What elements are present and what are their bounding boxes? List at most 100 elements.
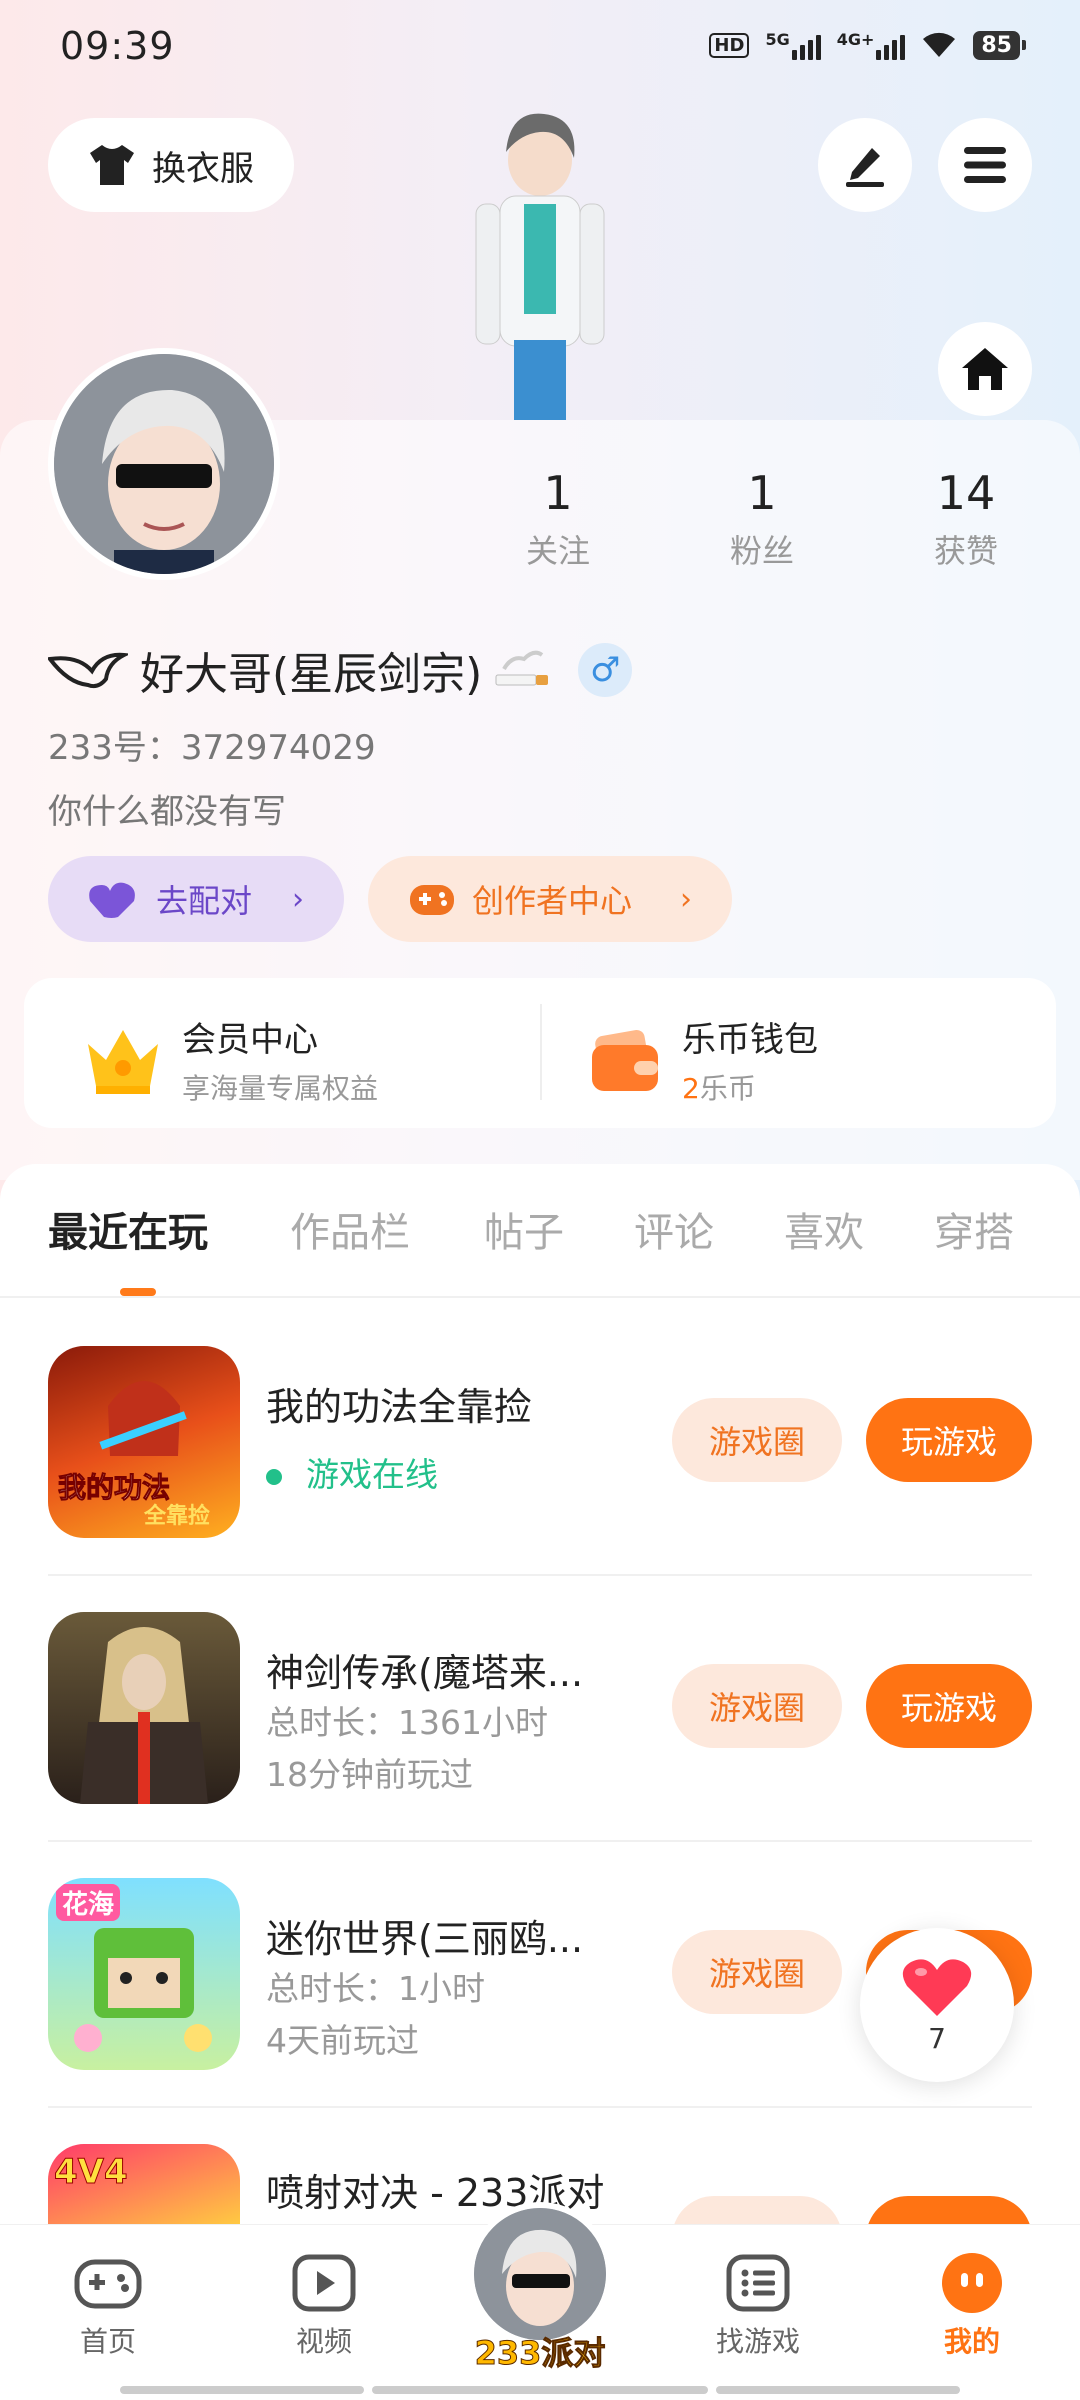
wallet-icon — [592, 1029, 658, 1091]
gesture-bar — [120, 2386, 364, 2394]
game-icon[interactable] — [48, 1612, 240, 1804]
floating-like-button[interactable]: 7 — [860, 1928, 1014, 2082]
stat-following[interactable]: 1 关注 — [488, 466, 628, 572]
game-circle-button[interactable]: 游戏圈 — [672, 1664, 842, 1748]
game-circle-button[interactable]: 游戏圈 — [672, 2196, 842, 2224]
video-nav-icon — [289, 2252, 359, 2314]
nickname-row: 好大哥(星辰剑宗) ♂ — [48, 638, 633, 702]
nav-find-games[interactable]: 找游戏 — [698, 2252, 818, 2360]
game-title: 神剑传承(魔塔来... — [266, 1651, 584, 1695]
nav-me-label: 我的 — [943, 2325, 1000, 2358]
edit-button[interactable] — [818, 118, 912, 212]
play-game-button[interactable]: 玩游戏 — [866, 1664, 1032, 1748]
stat-label: 关注 — [525, 532, 590, 570]
row-divider — [48, 1840, 1032, 1842]
game-icon-text: 花海 — [56, 1884, 121, 1921]
game-icon[interactable]: 我的功法 全靠捡 — [48, 1346, 240, 1538]
game-last-played: 4天前玩过 — [266, 2021, 419, 2060]
status-time: 09:39 — [60, 24, 175, 68]
wallet-title: 乐币钱包 — [682, 1020, 818, 1060]
tab-posts[interactable]: 帖子 — [484, 1200, 564, 1258]
user-bio[interactable]: 你什么都没有写 — [48, 784, 286, 833]
wing-badge-icon — [48, 652, 128, 689]
cigarette-icon — [495, 650, 549, 686]
nickname: 好大哥(星辰剑宗) — [140, 649, 483, 700]
member-subtitle: 享海量专属权益 — [182, 1072, 379, 1105]
outfit-label: 换衣服 — [152, 148, 254, 189]
list-nav-icon — [723, 2252, 793, 2314]
game-last-played: 18分钟前玩过 — [266, 1755, 473, 1794]
tab-likes[interactable]: 喜欢 — [784, 1200, 864, 1258]
game-row[interactable]: 神剑传承(魔塔来... 总时长：1361小时 18分钟前玩过 游戏圈 玩游戏 — [48, 1612, 1032, 1878]
tabs-divider — [0, 1296, 1080, 1298]
chevron-right-icon: › — [680, 881, 692, 917]
vip-divider — [540, 1004, 542, 1100]
nav-find-label: 找游戏 — [715, 2325, 800, 2358]
member-center[interactable]: 会员中心 享海量专属权益 — [84, 1012, 378, 1107]
signal-4g: 4G+ — [837, 30, 906, 60]
signal-5g: 5G — [765, 30, 821, 60]
match-button[interactable]: 去配对 › — [48, 856, 344, 942]
play-game-button[interactable]: 玩游戏 — [866, 2196, 1032, 2224]
nav-home[interactable]: 首页 — [48, 2252, 168, 2360]
gesture-bar — [372, 2386, 708, 2394]
stat-value: 1 — [543, 466, 573, 520]
game-icon[interactable]: 花海 — [48, 1878, 240, 2070]
nav-party-label[interactable]: 233派对 — [470, 2328, 610, 2374]
stat-label: 粉丝 — [729, 532, 794, 570]
row-divider — [48, 1574, 1032, 1576]
avatar[interactable] — [48, 348, 280, 580]
game-row[interactable]: 我的功法 全靠捡 我的功法全靠捡 游戏在线 游戏圈 玩游戏 — [48, 1346, 1032, 1612]
wallet-unit: 乐币 — [699, 1072, 756, 1105]
tab-works[interactable]: 作品栏 — [290, 1200, 410, 1258]
game-circle-button[interactable]: 游戏圈 — [672, 1930, 842, 2014]
row-divider — [48, 2106, 1032, 2108]
nav-video-label: 视频 — [295, 2325, 352, 2358]
user-id[interactable]: 233号：372974029 — [48, 720, 376, 769]
gesture-bar — [716, 2386, 960, 2394]
crown-icon — [88, 1029, 158, 1094]
gamepad-nav-icon — [73, 2252, 143, 2314]
nav-party-avatar[interactable] — [468, 2202, 612, 2346]
game-playtime: 总时长：1361小时 — [266, 1703, 548, 1742]
stat-label: 获赞 — [933, 532, 998, 570]
game-circle-button[interactable]: 游戏圈 — [672, 1398, 842, 1482]
hd-label: HD — [709, 32, 750, 58]
signal-icon-2 — [876, 30, 906, 60]
signal-icon — [791, 30, 821, 60]
nav-home-label: 首页 — [79, 2325, 136, 2358]
play-game-button[interactable]: 玩游戏 — [866, 1398, 1032, 1482]
game-icon-text: 4V4 — [54, 2152, 129, 2193]
tab-outfits[interactable]: 穿搭 — [934, 1200, 1014, 1258]
chevron-right-icon: › — [292, 881, 304, 917]
stat-value: 14 — [936, 466, 996, 520]
edit-icon — [846, 148, 884, 187]
game-playtime: 总时长：1小时 — [266, 1969, 485, 2008]
home-button[interactable] — [938, 322, 1032, 416]
stat-likes[interactable]: 14 获赞 — [896, 466, 1036, 572]
wallet-amount: 2 — [682, 1072, 700, 1105]
nav-me[interactable]: 我的 — [912, 2252, 1032, 2360]
tab-recent[interactable]: 最近在玩 — [48, 1200, 208, 1258]
game-title: 迷你世界(三丽鸥... — [266, 1917, 584, 1961]
stat-followers[interactable]: 1 粉丝 — [692, 466, 832, 572]
home-icon — [962, 348, 1008, 390]
match-label: 去配对 — [156, 882, 253, 920]
status-icons: HD 5G 4G+ 85 — [709, 30, 1026, 60]
game-icon[interactable]: 4V4 — [48, 2144, 240, 2224]
menu-button[interactable] — [938, 118, 1032, 212]
tshirt-icon — [90, 145, 134, 185]
online-dot-icon — [266, 1468, 282, 1485]
creator-center-button[interactable]: 创作者中心 › — [368, 856, 732, 942]
game-title: 我的功法全靠捡 — [266, 1385, 533, 1429]
tab-indicator — [120, 1288, 156, 1296]
game-online-status: 游戏在线 — [266, 1448, 438, 1496]
tab-comments[interactable]: 评论 — [634, 1200, 714, 1258]
gamepad-icon — [410, 885, 454, 915]
change-outfit-button[interactable]: 换衣服 — [48, 118, 294, 212]
wifi-icon — [923, 32, 956, 57]
wallet[interactable]: 乐币钱包 2乐币 — [590, 1012, 818, 1107]
heart-icon — [902, 1958, 972, 2016]
avatar-figure[interactable] — [440, 100, 640, 420]
nav-video[interactable]: 视频 — [264, 2252, 384, 2360]
